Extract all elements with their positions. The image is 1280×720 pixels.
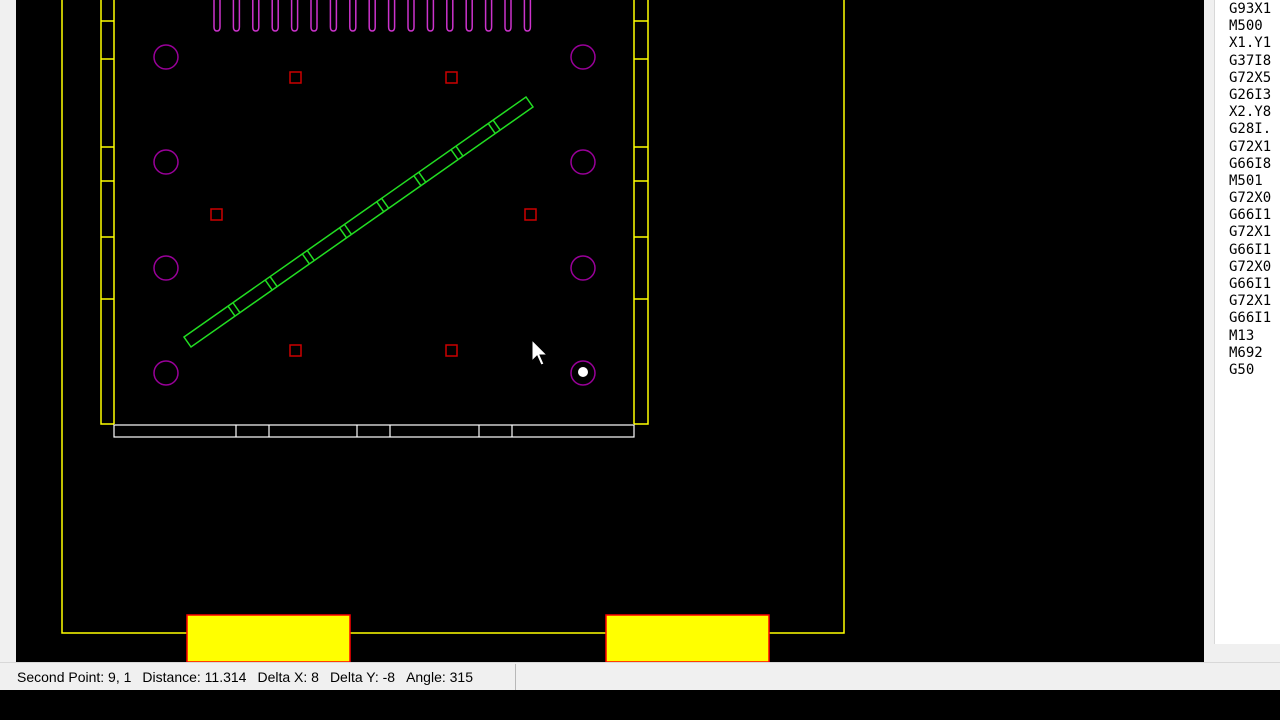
- letterbox-bottom: [0, 690, 1280, 720]
- comb-tabs: [213, 0, 532, 32]
- angle-label: Angle: 315: [406, 669, 474, 685]
- nc-code-line[interactable]: G50: [1229, 362, 1280, 379]
- slot-tick: [306, 250, 315, 261]
- slot-bar: [182, 95, 535, 349]
- nc-code-line[interactable]: G72X0: [1229, 190, 1280, 207]
- status-bar: Second Point: 9, 1 Distance: 11.314 Delt…: [0, 662, 1280, 690]
- slot-tick: [227, 305, 236, 317]
- second-point-label: Second Point: 9, 1: [17, 669, 132, 685]
- slot-tick: [269, 276, 278, 287]
- clamp-right[interactable]: [605, 614, 770, 662]
- nc-code-line[interactable]: G66I1: [1229, 242, 1280, 259]
- nc-code-line[interactable]: M501: [1229, 173, 1280, 190]
- comb-tab: [232, 0, 241, 32]
- circle-hole: [153, 360, 179, 386]
- comb-tab: [329, 0, 338, 32]
- slot-tick: [487, 123, 496, 134]
- comb-tab: [523, 0, 532, 32]
- nc-code-line[interactable]: M692: [1229, 345, 1280, 362]
- slot-tick: [376, 201, 385, 213]
- nc-code-line[interactable]: X2.Y8: [1229, 104, 1280, 121]
- arrow-pointer-icon: [531, 338, 549, 366]
- nc-code-line[interactable]: G72X1: [1229, 139, 1280, 156]
- comb-tab: [368, 0, 376, 32]
- nc-code-line[interactable]: G28I.: [1229, 121, 1280, 138]
- square-hole: [445, 344, 458, 357]
- slot-tick: [381, 197, 390, 209]
- measurement-status-panel: Second Point: 9, 1 Distance: 11.314 Delt…: [0, 664, 516, 690]
- comb-tab: [407, 0, 415, 32]
- slot-tick: [301, 253, 310, 265]
- nc-code-list: G93X1 M500 X1.Y1 G37I8 G72X5 G26I3 X2.Y8 G28I. G…: [1215, 1, 1280, 379]
- nc-code-line[interactable]: G66I1: [1229, 207, 1280, 224]
- circle-hole: [570, 255, 596, 281]
- square-hole: [445, 71, 458, 84]
- nc-code-panel[interactable]: G93X1 M500 X1.Y1 G37I8 G72X5 G26I3 X2.Y8 G28I. G…: [1214, 0, 1280, 644]
- comb-tab: [290, 0, 299, 32]
- nc-code-line[interactable]: M500: [1229, 18, 1280, 35]
- part-edge-tabs: [101, 20, 648, 300]
- circle-hole: [153, 44, 179, 70]
- comb-tab: [252, 0, 260, 32]
- square-hole: [289, 71, 302, 84]
- part-outline: [100, 0, 649, 425]
- comb-tab: [271, 0, 279, 32]
- panel-splitter[interactable]: [1204, 0, 1214, 662]
- slot-tick: [264, 279, 273, 291]
- slot-tick: [455, 145, 464, 157]
- comb-tab: [426, 0, 435, 32]
- nc-code-line[interactable]: G72X5: [1229, 70, 1280, 87]
- circle-holes: [153, 44, 596, 386]
- delta-x-label: Delta X: 8: [257, 669, 319, 685]
- slot-tick: [418, 171, 427, 183]
- nc-code-line[interactable]: G72X1: [1229, 224, 1280, 241]
- slot-tick: [413, 175, 422, 187]
- slot-tick: [232, 302, 241, 314]
- nc-code-line[interactable]: X1.Y1: [1229, 35, 1280, 52]
- comb-tab: [465, 0, 473, 32]
- nc-code-line[interactable]: G66I8: [1229, 156, 1280, 173]
- comb-tab: [484, 0, 493, 32]
- nc-code-line[interactable]: G72X0: [1229, 259, 1280, 276]
- delta-y-label: Delta Y: -8: [329, 669, 396, 685]
- square-hole: [524, 208, 537, 221]
- circle-hole: [570, 44, 596, 70]
- nc-panel-scroll-corner: [1214, 644, 1280, 662]
- slot-tick: [492, 119, 501, 131]
- nc-code-line[interactable]: M13: [1229, 328, 1280, 345]
- cad-drawing-viewport[interactable]: [16, 0, 1204, 662]
- selected-point-marker[interactable]: [578, 367, 588, 377]
- nc-code-line[interactable]: G37I8: [1229, 53, 1280, 70]
- comb-tab: [213, 0, 221, 32]
- comb-tab: [310, 0, 318, 32]
- nc-code-line[interactable]: G66I1: [1229, 276, 1280, 293]
- comb-tab: [387, 0, 396, 32]
- slot-tick: [450, 149, 459, 160]
- clamp-left[interactable]: [186, 614, 351, 662]
- circle-hole: [570, 149, 596, 175]
- nc-code-line[interactable]: G26I3: [1229, 87, 1280, 104]
- nc-code-line[interactable]: G93X1: [1229, 1, 1280, 18]
- square-hole: [289, 344, 302, 357]
- bottom-tab-bar: [113, 424, 635, 438]
- comb-tab: [349, 0, 357, 32]
- slot-tick: [338, 227, 348, 239]
- distance-label: Distance: 11.314: [142, 669, 247, 685]
- sheet-outline: [61, 0, 845, 634]
- nc-code-line[interactable]: G72X1: [1229, 293, 1280, 310]
- slot-tick: [343, 224, 353, 235]
- square-hole: [210, 208, 223, 221]
- left-window-frame: [0, 0, 16, 662]
- comb-tab: [446, 0, 454, 32]
- circle-hole: [153, 255, 179, 281]
- circle-hole: [153, 149, 179, 175]
- square-holes: [210, 71, 537, 357]
- comb-tab: [504, 0, 512, 32]
- nc-code-line[interactable]: G66I1: [1229, 310, 1280, 327]
